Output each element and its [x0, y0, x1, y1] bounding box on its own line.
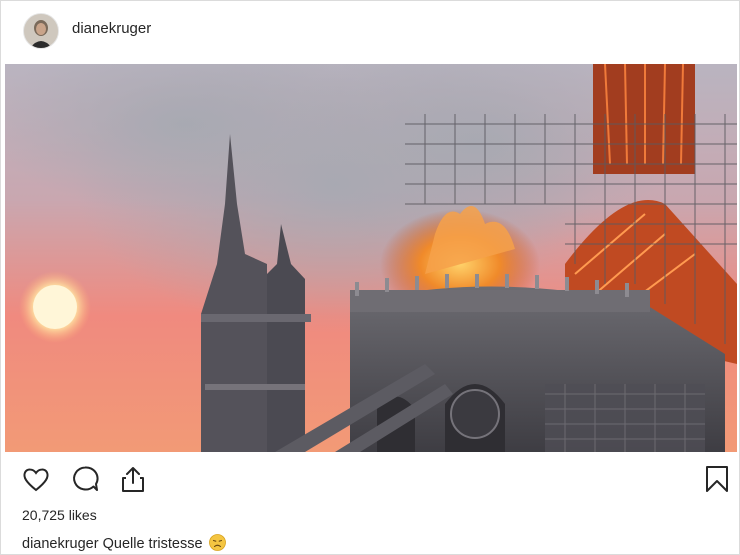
caption-text: Quelle tristesse [102, 536, 203, 552]
heart-icon[interactable] [20, 463, 52, 495]
post-username[interactable]: dianekruger [72, 20, 151, 37]
post-caption: dianekruger Quelle tristesse [22, 534, 226, 552]
post-header: dianekruger [1, 1, 739, 59]
disappointed-face-emoji [208, 534, 226, 551]
caption-username[interactable]: dianekruger [22, 536, 99, 552]
post-card: dianekruger 20,725 likes dianekruger Que… [0, 0, 740, 555]
action-bar [1, 463, 739, 503]
post-image[interactable] [5, 64, 737, 452]
likes-count[interactable]: 20,725 likes [22, 507, 97, 523]
bookmark-icon[interactable] [701, 463, 733, 495]
share-icon[interactable] [117, 463, 149, 495]
avatar[interactable] [23, 13, 59, 49]
comment-icon[interactable] [69, 463, 101, 495]
